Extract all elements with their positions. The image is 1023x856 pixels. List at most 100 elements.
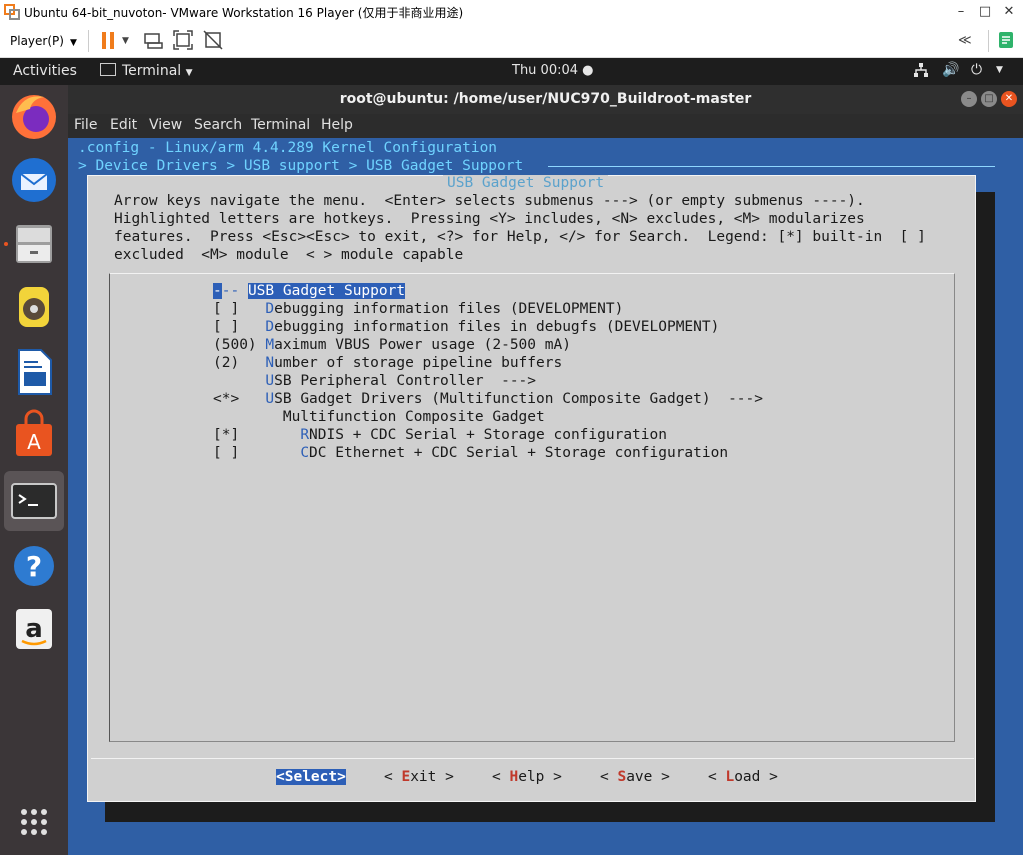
maximize-button[interactable]: □ — [981, 91, 997, 107]
libreoffice-writer-icon[interactable] — [4, 342, 64, 402]
unity-mode-icon[interactable] — [202, 29, 226, 53]
help-icon[interactable]: ? — [4, 536, 64, 596]
app-menu-button[interactable]: Terminal ▼ — [100, 63, 193, 79]
menu-item-hotkey: M — [265, 337, 275, 353]
menu-view[interactable]: View — [149, 117, 182, 133]
button-label: elect> — [293, 769, 346, 785]
rhythmbox-icon[interactable] — [4, 277, 64, 337]
menu-terminal[interactable]: Terminal — [251, 117, 310, 133]
software-center-icon[interactable]: A — [4, 406, 64, 466]
breadcrumb-rule — [548, 166, 995, 167]
menu-item-hotkey: D — [265, 319, 275, 335]
activities-button[interactable]: Activities — [13, 63, 77, 79]
menu-file[interactable]: File — [74, 117, 97, 133]
firefox-icon[interactable] — [4, 87, 64, 147]
power-icon[interactable]: ⏻ — [971, 62, 982, 78]
menu-item-label: USB Gadget Support — [247, 283, 406, 299]
button-hotkey: E — [401, 769, 411, 785]
menu-item-label: aximum VBUS Power usage (2-500 mA) — [274, 337, 571, 353]
files-icon[interactable] — [4, 213, 64, 273]
pause-icon[interactable] — [98, 29, 122, 53]
menu-item-prefix: [ ] — [213, 301, 266, 317]
player-menu-button[interactable]: Player(P) ▼ — [6, 31, 81, 51]
exit-button[interactable]: < Exit > — [384, 769, 454, 785]
menu-item[interactable]: [ ] CDC Ethernet + CDC Serial + Storage … — [213, 445, 728, 461]
menu-item[interactable]: [ ] Debugging information files (DEVELOP… — [213, 301, 623, 317]
terminal-icon[interactable] — [4, 471, 64, 531]
load-button[interactable]: < Load > — [708, 769, 778, 785]
menu-item-prefix: (2) — [213, 355, 266, 371]
button-hotkey: L — [725, 769, 735, 785]
menu-item[interactable]: USB Peripheral Controller ---> — [213, 373, 536, 389]
terminal-menubar: File Edit View Search Terminal Help — [68, 114, 1023, 138]
svg-text:a: a — [25, 614, 43, 644]
save-button[interactable]: < Save > — [600, 769, 670, 785]
menu-item-label: ebugging information files in debugfs (D… — [274, 319, 720, 335]
menu-item-prefix — [213, 373, 265, 389]
menu-help[interactable]: Help — [321, 117, 353, 133]
button-label: xit > — [410, 769, 454, 785]
button-bracket: < — [708, 769, 726, 785]
menu-item-label: Multifunction Composite Gadget — [282, 409, 545, 425]
minimize-button[interactable]: – — [948, 2, 974, 22]
menu-edit[interactable]: Edit — [110, 117, 137, 133]
thunderbird-icon[interactable] — [4, 150, 64, 210]
show-apps-icon[interactable] — [4, 792, 64, 852]
menu-item[interactable]: (500) Maximum VBUS Power usage (2-500 mA… — [213, 337, 571, 353]
menu-item-prefix: [ ] — [213, 445, 301, 461]
chevron-down-icon[interactable]: ▼ — [996, 65, 1003, 75]
maximize-button[interactable]: □ — [972, 2, 998, 22]
terminal-small-icon — [100, 63, 116, 76]
vmware-logo-icon — [4, 4, 20, 20]
menu-item-hotkey: N — [265, 355, 275, 371]
menu-item[interactable]: <*> USB Gadget Drivers (Multifunction Co… — [213, 391, 763, 407]
dialog-title: USB Gadget Support — [443, 175, 609, 191]
menu-search[interactable]: Search — [194, 117, 242, 133]
clock-label: Thu 00:04 — [512, 63, 579, 78]
button-hotkey: S — [617, 769, 627, 785]
notes-icon[interactable] — [997, 31, 1015, 53]
collapse-toolbar-icon[interactable]: ≪ — [958, 33, 972, 48]
close-button[interactable]: ✕ — [996, 2, 1022, 22]
menu-item-prefix: [ ] — [213, 319, 266, 335]
menu-item-label: SB Gadget Drivers (Multifunction Composi… — [274, 391, 763, 407]
breadcrumb: > Device Drivers > USB support > USB Gad… — [78, 158, 532, 174]
menu-item[interactable]: [ ] Debugging information files in debug… — [213, 319, 719, 335]
button-label: elp > — [518, 769, 562, 785]
menu-item-prefix — [213, 409, 283, 425]
menu-item[interactable]: Multifunction Composite Gadget — [213, 409, 545, 425]
terminal-title: root@ubuntu: /home/user/NUC970_Buildroot… — [339, 91, 752, 107]
terminal-titlebar: root@ubuntu: /home/user/NUC970_Buildroot… — [68, 85, 1023, 114]
vmware-toolbar: Player(P) ▼ ▼ ≪ — [0, 24, 1023, 58]
menu-item-hotkey: R — [300, 427, 310, 443]
toolbar-divider — [988, 30, 989, 52]
player-menu-label: Player(P) — [10, 34, 64, 48]
network-icon[interactable] — [913, 62, 929, 82]
window-title: Ubuntu 64-bit_nuvoton- VMware Workstatio… — [24, 6, 464, 20]
config-title: .config - Linux/arm 4.4.289 Kernel Confi… — [78, 140, 498, 156]
minimize-button[interactable]: – — [961, 91, 977, 107]
menu-item-label: DC Ethernet + CDC Serial + Storage confi… — [309, 445, 729, 461]
menu-item[interactable]: (2) Number of storage pipeline buffers — [213, 355, 562, 371]
menu-item-label: ebugging information files (DEVELOPMENT) — [274, 301, 624, 317]
select-button[interactable]: <Select> — [276, 769, 346, 785]
chevron-down-icon[interactable]: ▼ — [122, 36, 129, 46]
button-bracket: < — [384, 769, 402, 785]
menu-item[interactable]: --- USB Gadget Support — [213, 283, 406, 299]
help-button[interactable]: < Help > — [492, 769, 562, 785]
help-line: Highlighted letters are hotkeys. Pressin… — [114, 211, 865, 227]
fit-guest-icon[interactable] — [172, 29, 196, 53]
svg-text:?: ? — [26, 550, 42, 583]
menu-item-prefix: [*] — [213, 427, 301, 443]
send-ctrl-alt-del-icon[interactable] — [142, 29, 166, 53]
button-label: oad > — [734, 769, 778, 785]
close-button[interactable]: ✕ — [1001, 91, 1017, 107]
volume-icon[interactable]: 🔊 — [942, 62, 959, 78]
menu-item-hotkey: D — [265, 301, 275, 317]
clock-button[interactable]: Thu 00:04 ● — [512, 63, 594, 78]
menu-item[interactable]: [*] RNDIS + CDC Serial + Storage configu… — [213, 427, 667, 443]
chevron-down-icon: ▼ — [185, 68, 193, 78]
button-separator — [91, 758, 974, 759]
menu-item-prefix: --- — [213, 283, 248, 299]
amazon-icon[interactable]: a — [4, 599, 64, 659]
